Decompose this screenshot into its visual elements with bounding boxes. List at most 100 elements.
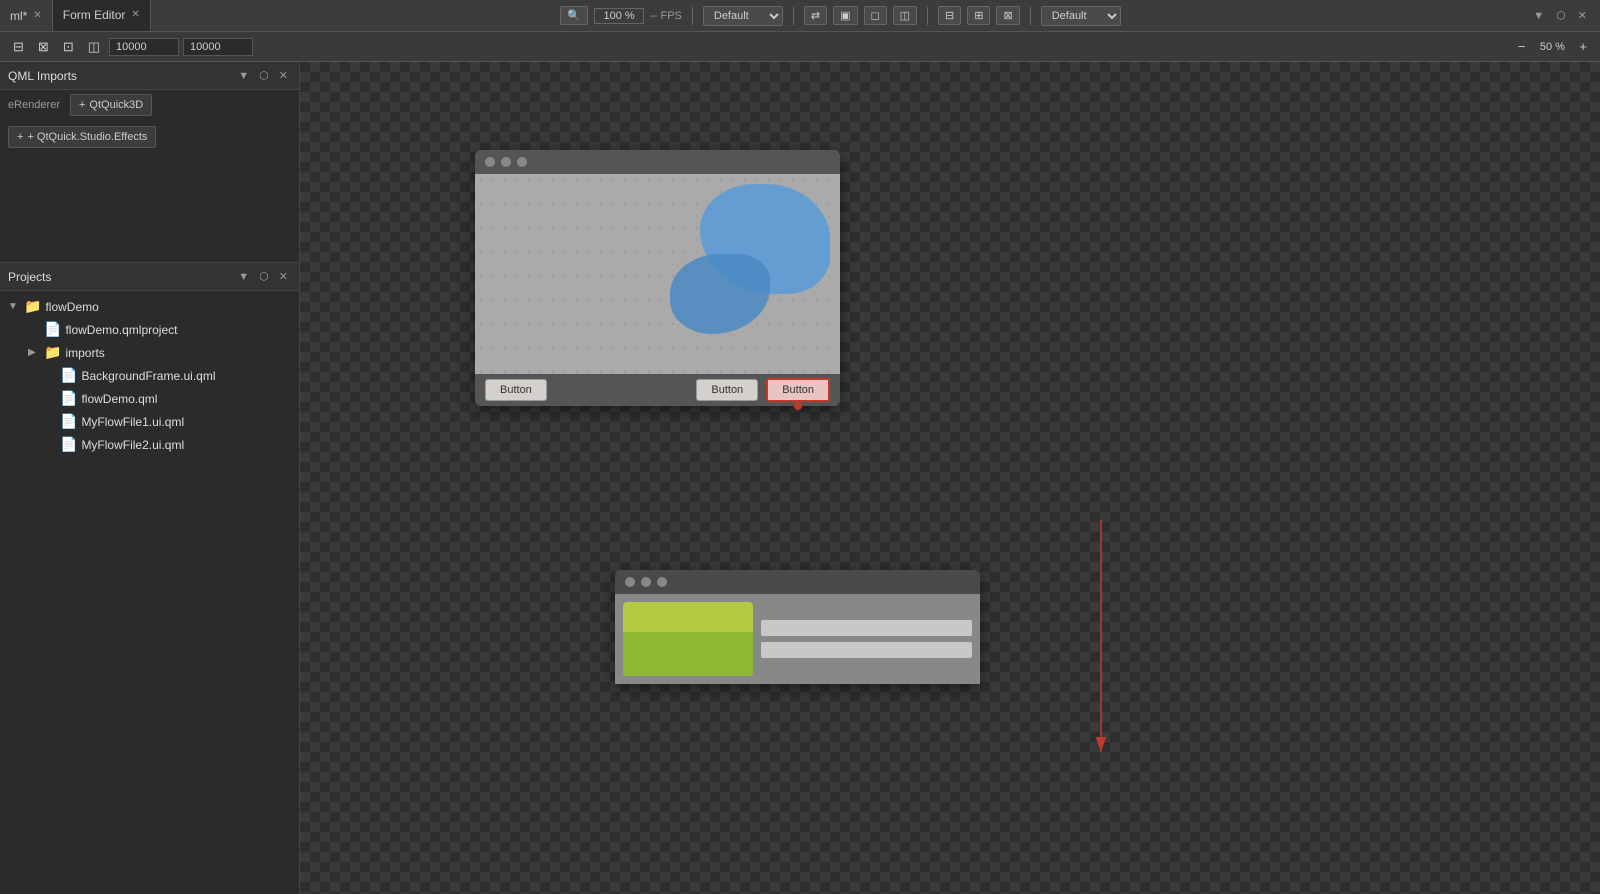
frame2-content xyxy=(615,594,980,684)
frame1-button-2[interactable]: Button xyxy=(696,379,758,401)
frame2-left-panel xyxy=(623,602,753,676)
tree-arrow-flowdemo: ▼ xyxy=(8,301,20,312)
traffic-light-1a xyxy=(485,157,495,167)
toolbar-icon-5[interactable]: ⊟ xyxy=(938,6,961,25)
qml-imports-title: QML Imports xyxy=(8,69,229,83)
qml-imports-close-icon[interactable]: ✕ xyxy=(276,68,291,83)
projects-close-icon[interactable]: ✕ xyxy=(276,269,291,284)
tree-item-imports[interactable]: ▶ 📁 imports xyxy=(0,341,299,364)
tree-label-qmlproject: flowDemo.qmlproject xyxy=(65,323,177,337)
window-frame-1: Button Button Button xyxy=(475,150,840,406)
top-right-collapse-icon[interactable]: ▼ xyxy=(1530,9,1547,23)
projects-title: Projects xyxy=(8,270,229,284)
align-right-button[interactable]: ⊡ xyxy=(58,36,79,58)
add-effects-plus-icon: + xyxy=(17,131,23,143)
plus-icon: + xyxy=(79,99,85,111)
tree-item-myflow1[interactable]: 📄 MyFlowFile1.ui.qml xyxy=(0,410,299,433)
align-left-button[interactable]: ⊟ xyxy=(8,36,29,58)
projects-controls: ▼ ⬡ ✕ xyxy=(235,269,291,284)
top-toolbar: ml* ✕ Form Editor ✕ 🔍 -- FPS Default ⇄ ▣… xyxy=(0,0,1600,32)
tab-form-editor-label: Form Editor xyxy=(63,8,126,22)
window-titlebar-2 xyxy=(615,570,980,594)
project-icon-flowdemo: 📁 xyxy=(24,298,41,315)
tree-item-flowdemo[interactable]: ▼ 📁 flowDemo xyxy=(0,295,299,318)
tab-file-label: ml* xyxy=(10,9,27,23)
top-right-close-icon[interactable]: ✕ xyxy=(1575,8,1590,23)
toolbar-center: 🔍 -- FPS Default ⇄ ▣ ◻ ◫ ⊟ ⊞ ⊠ Default xyxy=(151,6,1530,26)
second-toolbar: ⊟ ⊠ ⊡ ◫ − 50 % + xyxy=(0,32,1600,62)
projects-panel: Projects ▼ ⬡ ✕ ▼ 📁 flowDemo 📄 flowDemo.q… xyxy=(0,262,299,894)
top-right-window-icon[interactable]: ⬡ xyxy=(1553,8,1569,23)
projects-header: Projects ▼ ⬡ ✕ xyxy=(0,263,299,291)
coord-y-input[interactable] xyxy=(183,38,253,56)
tree-item-myflow2[interactable]: 📄 MyFlowFile2.ui.qml xyxy=(0,433,299,456)
frame2-right-panel xyxy=(761,602,972,676)
zoom-search-button[interactable]: 🔍 xyxy=(560,6,588,25)
frame2-bar-1 xyxy=(761,620,972,636)
blob2 xyxy=(670,254,770,334)
frame1-button-1[interactable]: Button xyxy=(485,379,547,401)
qml-imports-controls: ▼ ⬡ ✕ xyxy=(235,68,291,83)
qml-imports-collapse-icon[interactable]: ▼ xyxy=(235,68,252,83)
toolbar-icon-4[interactable]: ◫ xyxy=(893,6,917,25)
window-content-1 xyxy=(475,174,840,374)
tree-label-bgframe: BackgroundFrame.ui.qml xyxy=(81,369,215,383)
renderer-label: eRenderer xyxy=(8,99,60,111)
add-qtquick3d-button[interactable]: + QtQuick3D xyxy=(70,94,152,116)
tree-label-myflow1: MyFlowFile1.ui.qml xyxy=(81,415,184,429)
zoom-input[interactable] xyxy=(594,8,644,24)
qml-imports-header: QML Imports ▼ ⬡ ✕ xyxy=(0,62,299,90)
tab-bar: ml* ✕ Form Editor ✕ xyxy=(0,0,151,31)
qml-imports-window-icon[interactable]: ⬡ xyxy=(256,68,272,83)
canvas-area[interactable]: Button Button Button xyxy=(300,62,1600,894)
add-effects-button[interactable]: + + QtQuick.Studio.Effects xyxy=(8,126,156,148)
canvas-zoom-out-icon[interactable]: − xyxy=(1513,36,1531,57)
toolbar-icon-2[interactable]: ▣ xyxy=(833,6,857,25)
frame2-bar-2 xyxy=(761,642,972,658)
toolbar-icon-7[interactable]: ⊠ xyxy=(996,6,1019,25)
window-titlebar-1 xyxy=(475,150,840,174)
tab-form-editor-close-icon[interactable]: ✕ xyxy=(131,9,139,20)
tree-area: ▼ 📁 flowDemo 📄 flowDemo.qmlproject ▶ 📁 i… xyxy=(0,291,299,894)
tab-file[interactable]: ml* ✕ xyxy=(0,0,53,31)
coord-x-input[interactable] xyxy=(109,38,179,56)
traffic-light-2a xyxy=(625,577,635,587)
toolbar-icon-6[interactable]: ⊞ xyxy=(967,6,990,25)
add-effects-label: + QtQuick.Studio.Effects xyxy=(27,131,147,143)
traffic-light-2b xyxy=(641,577,651,587)
snap-button[interactable]: ◫ xyxy=(83,36,105,58)
tree-label-flowdemoqml: flowDemo.qml xyxy=(81,392,157,406)
add-qtquick3d-label: QtQuick3D xyxy=(89,99,143,111)
folder-icon-imports: 📁 xyxy=(44,344,61,361)
frame1-button-3-selected[interactable]: Button xyxy=(766,378,830,402)
toolbar-sep-3 xyxy=(927,7,928,25)
tree-label-flowdemo: flowDemo xyxy=(45,300,98,314)
tree-item-bgframe[interactable]: 📄 BackgroundFrame.ui.qml xyxy=(0,364,299,387)
toolbar-sep-1 xyxy=(692,7,693,25)
tree-item-flowdemoqml[interactable]: 📄 flowDemo.qml xyxy=(0,387,299,410)
window-content-2 xyxy=(615,594,980,684)
tab-file-close-icon[interactable]: ✕ xyxy=(33,10,41,21)
toolbar-sep-4 xyxy=(1030,7,1031,25)
projects-collapse-icon[interactable]: ▼ xyxy=(235,269,252,284)
main-layout: QML Imports ▼ ⬡ ✕ eRenderer + QtQuick3D … xyxy=(0,62,1600,894)
toolbar-icon-1[interactable]: ⇄ xyxy=(804,6,827,25)
tree-arrow-imports: ▶ xyxy=(28,347,40,358)
tree-item-qmlproject[interactable]: 📄 flowDemo.qmlproject xyxy=(0,318,299,341)
default-select-1[interactable]: Default xyxy=(703,6,783,26)
traffic-light-1b xyxy=(501,157,511,167)
traffic-light-1c xyxy=(517,157,527,167)
fps-label: -- FPS xyxy=(650,10,682,22)
toolbar-icon-3[interactable]: ◻ xyxy=(864,6,887,25)
file-icon-myflow2: 📄 xyxy=(60,436,77,453)
align-center-button[interactable]: ⊠ xyxy=(33,36,54,58)
tab-form-editor[interactable]: Form Editor ✕ xyxy=(53,0,151,31)
tree-label-imports: imports xyxy=(65,346,104,360)
left-sidebar: QML Imports ▼ ⬡ ✕ eRenderer + QtQuick3D … xyxy=(0,62,300,894)
tree-label-myflow2: MyFlowFile2.ui.qml xyxy=(81,438,184,452)
canvas-zoom-in-icon[interactable]: + xyxy=(1574,36,1592,57)
qmlproject-icon: 📄 xyxy=(44,321,61,338)
default-select-2[interactable]: Default xyxy=(1041,6,1121,26)
canvas-zoom-label: 50 % xyxy=(1534,41,1570,53)
projects-window-icon[interactable]: ⬡ xyxy=(256,269,272,284)
